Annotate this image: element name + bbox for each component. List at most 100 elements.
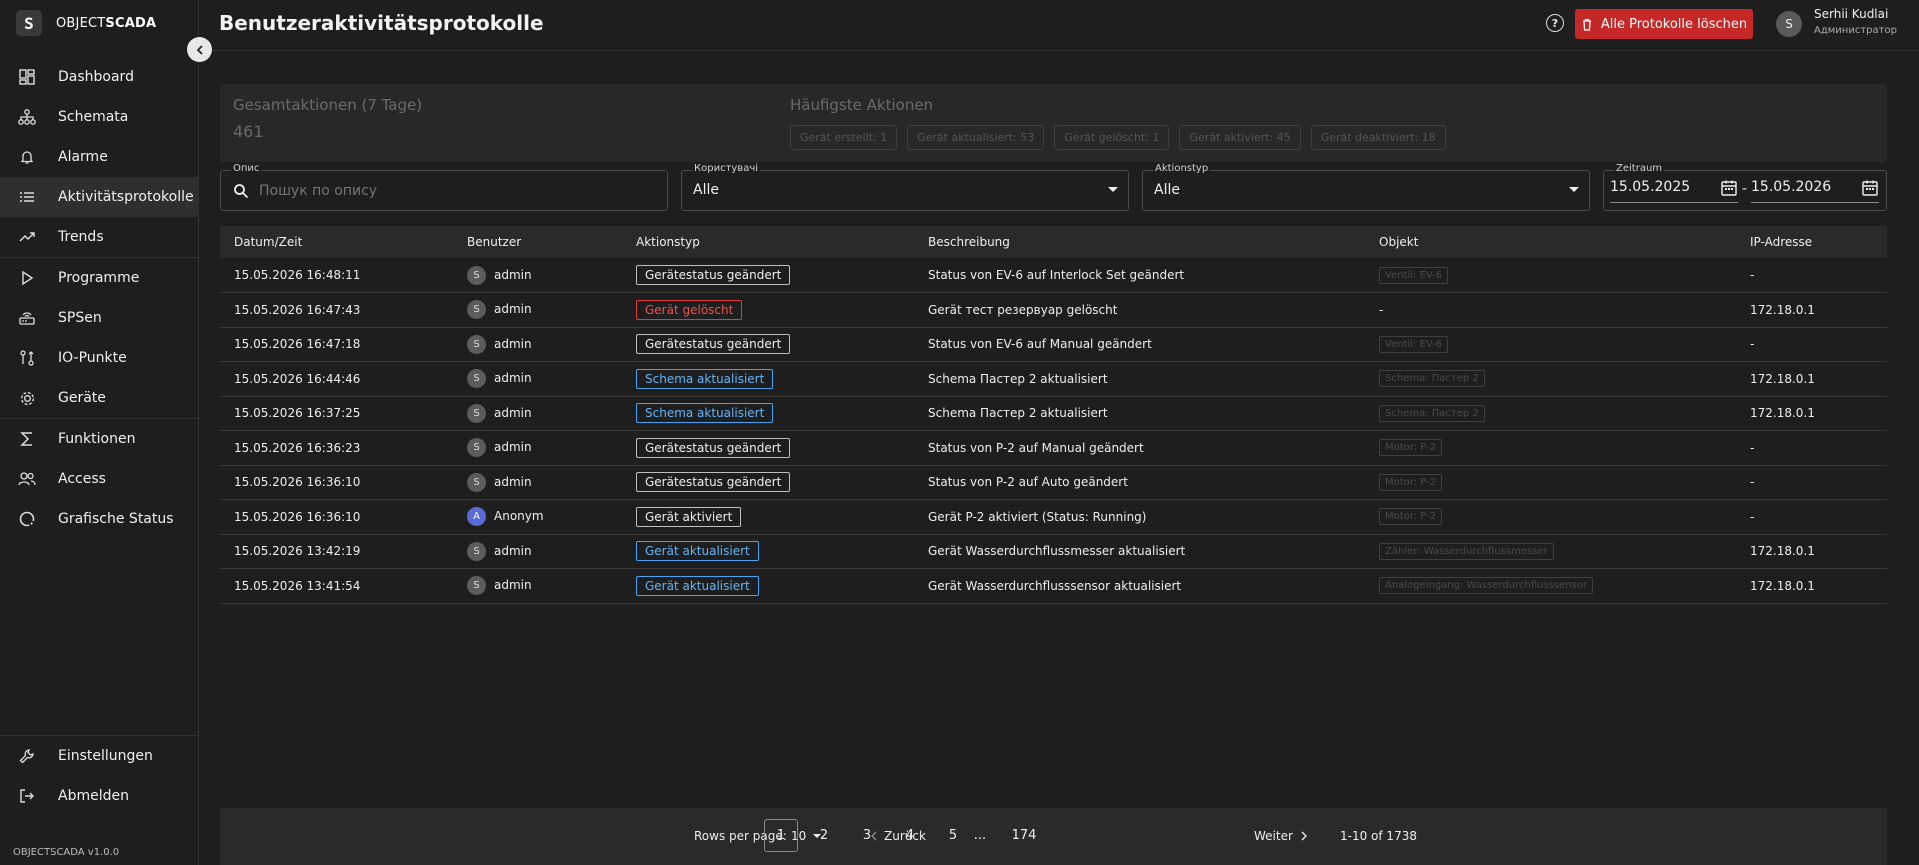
caret-down-icon bbox=[1108, 187, 1118, 192]
table-row[interactable]: 15.05.2026 13:42:19 Sadmin Gerät aktualisi… bbox=[220, 534, 1887, 569]
table-row[interactable]: 15.05.2026 13:41:54 Sadmin Gerät aktualisi… bbox=[220, 568, 1887, 604]
sidebar-item-io-punkte[interactable]: IO-Punkte bbox=[0, 338, 199, 378]
description-filter[interactable]: Опис bbox=[220, 163, 668, 211]
period-filter-label: Zeitraum bbox=[1614, 163, 1665, 174]
page-button-5[interactable]: 5 bbox=[936, 819, 970, 852]
sidebar-item-spsen[interactable]: SPSen bbox=[0, 298, 199, 338]
action-type-select[interactable]: Aktionstyp Alle bbox=[1142, 163, 1590, 211]
sidebar-nav-bottom: Einstellungen Abmelden bbox=[0, 735, 199, 816]
user-cell: Sadmin bbox=[453, 292, 622, 328]
action-type-select-label: Aktionstyp bbox=[1153, 163, 1211, 174]
sidebar-item-access[interactable]: Access bbox=[0, 459, 199, 499]
date-to-input[interactable]: 15.05.2026 bbox=[1751, 179, 1879, 203]
table-row[interactable]: 15.05.2026 16:37:25 Sadmin Schema aktualis… bbox=[220, 396, 1887, 431]
action-type-tag: Gerätestatus geändert bbox=[636, 472, 791, 493]
user-avatar-small: S bbox=[467, 576, 486, 596]
circle-status-icon bbox=[18, 510, 36, 528]
pagination-range: 1-10 of 1738 bbox=[1340, 829, 1417, 843]
action-cell: Gerätestatus geändert bbox=[622, 465, 914, 500]
user-name: admin bbox=[494, 336, 532, 351]
total-actions-value: 461 bbox=[233, 122, 264, 141]
date-from-input[interactable]: 15.05.2025 bbox=[1610, 179, 1738, 203]
page-button-174[interactable]: 174 bbox=[1007, 819, 1041, 852]
date-range-separator: - bbox=[1742, 181, 1748, 197]
sidebar-item-schemata[interactable]: Schemata bbox=[0, 97, 199, 137]
object-chip: Motor: P-2 bbox=[1379, 473, 1443, 491]
sidebar-item-alarme[interactable]: Alarme bbox=[0, 137, 199, 177]
user-cell: A Anonym bbox=[453, 499, 622, 535]
user-avatar-small: S bbox=[467, 369, 486, 389]
next-page-button[interactable]: Weiter bbox=[1254, 829, 1308, 843]
object-cell-value: - bbox=[1379, 302, 1384, 317]
user-avatar-small: S bbox=[467, 403, 486, 423]
sidebar-nav: Dashboard Schemata Alarme Aktivitätsprotoko… bbox=[0, 57, 199, 539]
table-row[interactable]: 15.05.2026 16:44:46 Sadmin Schema aktualis… bbox=[220, 361, 1887, 397]
sidebar-item-label: Geräte bbox=[58, 390, 106, 406]
chevron-right-icon bbox=[1301, 831, 1307, 841]
object-cell: Motor: P-2 bbox=[1365, 430, 1736, 466]
table-row[interactable]: 15.05.2026 16:36:10 Sadmin Gerätestatus ge… bbox=[220, 465, 1887, 500]
table-row[interactable]: 15.05.2026 16:47:43 Sadmin Gerät gelöscht G… bbox=[220, 292, 1887, 328]
page-button-2[interactable]: 2 bbox=[807, 819, 841, 852]
delete-all-logs-button[interactable]: Alle Protokolle löschen bbox=[1575, 9, 1753, 39]
sidebar-item-label: Funktionen bbox=[58, 431, 136, 447]
table-row[interactable]: 15.05.2026 16:36:10 A Anonym Gerät aktivier… bbox=[220, 499, 1887, 535]
table-header-row: Datum/Zeit Benutzer Aktionstyp Beschreibung… bbox=[220, 226, 1887, 258]
list-icon bbox=[18, 188, 36, 206]
table-row[interactable]: 15.05.2026 16:47:18 Sadmin Gerätestatus ge… bbox=[220, 327, 1887, 362]
top-action-chip: Gerät aktiviert: 45 bbox=[1179, 125, 1301, 150]
page-ellipsis: ... bbox=[973, 828, 987, 843]
sidebar-item-programme[interactable]: Programme bbox=[0, 258, 199, 298]
ip-cell: 172.18.0.1 bbox=[1736, 568, 1887, 604]
time-cell: 15.05.2026 16:36:10 bbox=[220, 465, 453, 500]
sidebar-item-trends[interactable]: Trends bbox=[0, 217, 199, 257]
total-actions-label: Gesamtaktionen (7 Tage) bbox=[233, 96, 423, 114]
object-chip: Zähler: Wasserdurchflussmesser bbox=[1379, 542, 1554, 560]
page-button-1[interactable]: 1 bbox=[764, 819, 798, 852]
user-cell: Sadmin bbox=[453, 568, 622, 604]
sidebar-item-label: Schemata bbox=[58, 109, 129, 125]
collapse-sidebar-button[interactable] bbox=[187, 37, 212, 62]
user-role: Администратор bbox=[1814, 25, 1897, 36]
help-icon[interactable]: ? bbox=[1546, 14, 1564, 32]
dashboard-icon bbox=[18, 68, 36, 86]
user-name: admin bbox=[494, 474, 532, 489]
calendar-icon[interactable] bbox=[1861, 179, 1879, 197]
next-page-label: Weiter bbox=[1254, 829, 1293, 843]
sidebar-item-label: Access bbox=[58, 471, 106, 487]
top-actions-label: Häufigste Aktionen bbox=[790, 96, 934, 114]
description-cell: Status von EV-6 auf Interlock Set geände… bbox=[914, 258, 1365, 293]
page-button-4[interactable]: 4 bbox=[893, 819, 927, 852]
time-cell: 15.05.2026 13:42:19 bbox=[220, 534, 453, 569]
object-chip: Schema: Пастер 2 bbox=[1379, 404, 1485, 422]
description-cell: Gerät Wasserdurchflusssensor aktualisier… bbox=[914, 568, 1365, 604]
sidebar-item-grafische-status[interactable]: Grafische Status bbox=[0, 499, 199, 539]
page-button-3[interactable]: 3 bbox=[850, 819, 884, 852]
sidebar-item-dashboard[interactable]: Dashboard bbox=[0, 57, 199, 97]
users-select-value: Alle bbox=[693, 182, 719, 198]
description-filter-label: Опис bbox=[231, 163, 262, 174]
sidebar-item-gerate[interactable]: Geräte bbox=[0, 378, 199, 418]
sidebar-item-label: Dashboard bbox=[58, 69, 134, 85]
sidebar-item-label: Grafische Status bbox=[58, 511, 174, 527]
sidebar-item-abmelden[interactable]: Abmelden bbox=[0, 776, 199, 816]
sidebar-item-aktivitatsprotokolle[interactable]: Aktivitätsprotokolle bbox=[0, 177, 199, 217]
user-cell: Sadmin bbox=[453, 327, 622, 362]
table-row[interactable]: 15.05.2026 16:48:11 Sadmin Gerätestatus ge… bbox=[220, 258, 1887, 293]
wrench-icon bbox=[18, 747, 36, 765]
object-chip: Motor: P-2 bbox=[1379, 439, 1443, 457]
calendar-icon[interactable] bbox=[1720, 179, 1738, 197]
user-avatar[interactable]: S bbox=[1776, 11, 1802, 37]
sidebar-item-einstellungen[interactable]: Einstellungen bbox=[0, 736, 199, 776]
sitemap-icon bbox=[18, 108, 36, 126]
app-logo[interactable]: S OBJECTSCADA bbox=[16, 10, 156, 36]
table-row[interactable]: 15.05.2026 16:36:23 Sadmin Gerätestatus ge… bbox=[220, 430, 1887, 466]
action-cell: Gerät aktualisiert bbox=[622, 534, 914, 569]
user-name: admin bbox=[494, 302, 532, 317]
sidebar-item-funktionen[interactable]: Funktionen bbox=[0, 419, 199, 459]
description-search-input[interactable] bbox=[259, 181, 649, 201]
ip-cell: - bbox=[1736, 465, 1887, 500]
play-icon bbox=[18, 269, 36, 287]
action-cell: Gerät aktiviert bbox=[622, 499, 914, 535]
users-select[interactable]: Користувачі Alle bbox=[681, 163, 1129, 211]
